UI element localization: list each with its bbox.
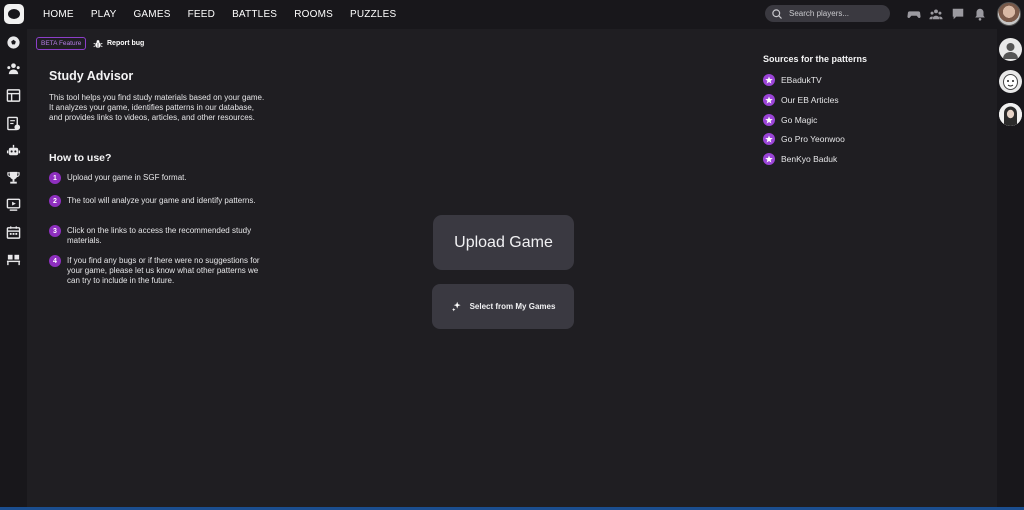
step-number: 3 [49, 225, 61, 237]
how-to-use-heading: How to use? [49, 152, 112, 164]
source-label: BenKyo Baduk [781, 154, 838, 164]
photo-avatar-icon [999, 103, 1022, 126]
community-icon[interactable] [929, 7, 943, 21]
gamepad-icon[interactable] [907, 7, 921, 21]
star-icon [763, 153, 775, 165]
chat-icon[interactable] [951, 7, 965, 21]
list-item: 4 If you find any bugs or if there were … [49, 255, 269, 286]
report-bug-button[interactable]: Report bug [93, 37, 144, 50]
nav-play[interactable]: PLAY [91, 9, 117, 20]
source-item[interactable]: Our EB Articles [763, 94, 903, 106]
search-input[interactable] [789, 9, 885, 18]
friend-avatar[interactable] [999, 38, 1022, 61]
classroom-icon[interactable] [6, 252, 21, 267]
source-item[interactable]: Go Pro Yeonwoo [763, 133, 903, 145]
star-icon [763, 114, 775, 126]
source-label: Go Magic [781, 115, 818, 125]
main-nav: HOME PLAY GAMES FEED BATTLES ROOMS PUZZL… [43, 0, 413, 29]
robot-icon[interactable] [6, 143, 21, 158]
sources-heading: Sources for the patterns [763, 54, 868, 64]
page-title: Study Advisor [49, 69, 134, 83]
source-item[interactable]: Go Magic [763, 114, 903, 126]
logo-icon[interactable] [4, 4, 24, 24]
search-icon [772, 8, 782, 19]
star-icon [763, 133, 775, 145]
soccer-ball-icon[interactable] [6, 35, 21, 50]
search-bar [765, 5, 890, 22]
step-number: 4 [49, 255, 61, 267]
nav-games[interactable]: GAMES [133, 9, 170, 20]
friend-avatar[interactable] [999, 103, 1022, 126]
select-from-my-games-label: Select from My Games [469, 302, 556, 311]
report-bug-label: Report bug [107, 40, 145, 47]
nav-puzzles[interactable]: PUZZLES [350, 9, 396, 20]
star-icon [763, 74, 775, 86]
video-lessons-icon[interactable] [6, 197, 21, 212]
players-icon[interactable] [6, 61, 21, 76]
right-sidebar [997, 29, 1024, 510]
left-sidebar [0, 29, 27, 510]
step-text: Click on the links to access the recomme… [67, 226, 252, 245]
calendar-icon[interactable] [6, 225, 21, 240]
top-nav-bar: HOME PLAY GAMES FEED BATTLES ROOMS PUZZL… [0, 0, 1024, 29]
source-label: Our EB Articles [781, 95, 839, 105]
user-avatar[interactable] [997, 2, 1021, 26]
nav-battles[interactable]: BATTLES [232, 9, 277, 20]
bell-icon[interactable] [973, 7, 987, 21]
step-number: 1 [49, 172, 61, 184]
source-label: EBadukTV [781, 75, 822, 85]
study-sheet-icon[interactable] [6, 116, 21, 131]
source-item[interactable]: EBadukTV [763, 74, 903, 86]
list-item: 3 Click on the links to access the recom… [49, 225, 269, 246]
description-text: This tool helps you find study materials… [49, 93, 265, 122]
select-from-my-games-button[interactable]: Select from My Games [432, 284, 574, 329]
step-number: 2 [49, 195, 61, 207]
nav-rooms[interactable]: ROOMS [294, 9, 333, 20]
source-item[interactable]: BenKyo Baduk [763, 153, 903, 165]
upload-game-button[interactable]: Upload Game [433, 215, 574, 270]
person-silhouette-icon [1003, 43, 1018, 59]
star-icon [763, 94, 775, 106]
step-text: The tool will analyze your game and iden… [67, 196, 256, 205]
sparkle-icon [451, 301, 461, 312]
bug-icon [93, 39, 103, 48]
step-text: Upload your game in SGF format. [67, 173, 187, 182]
list-item: 1 Upload your game in SGF format. [49, 172, 269, 184]
layout-icon[interactable] [6, 88, 21, 103]
nav-feed[interactable]: FEED [188, 9, 215, 20]
source-label: Go Pro Yeonwoo [781, 134, 845, 144]
cartoon-avatar-icon [1003, 74, 1018, 90]
step-text: If you find any bugs or if there were no… [67, 256, 260, 285]
beta-badge: BETA Feature [36, 37, 87, 50]
trophy-icon[interactable] [6, 170, 21, 185]
friend-avatar[interactable] [999, 70, 1022, 93]
nav-home[interactable]: HOME [43, 9, 74, 20]
list-item: 2 The tool will analyze your game and id… [49, 195, 269, 207]
